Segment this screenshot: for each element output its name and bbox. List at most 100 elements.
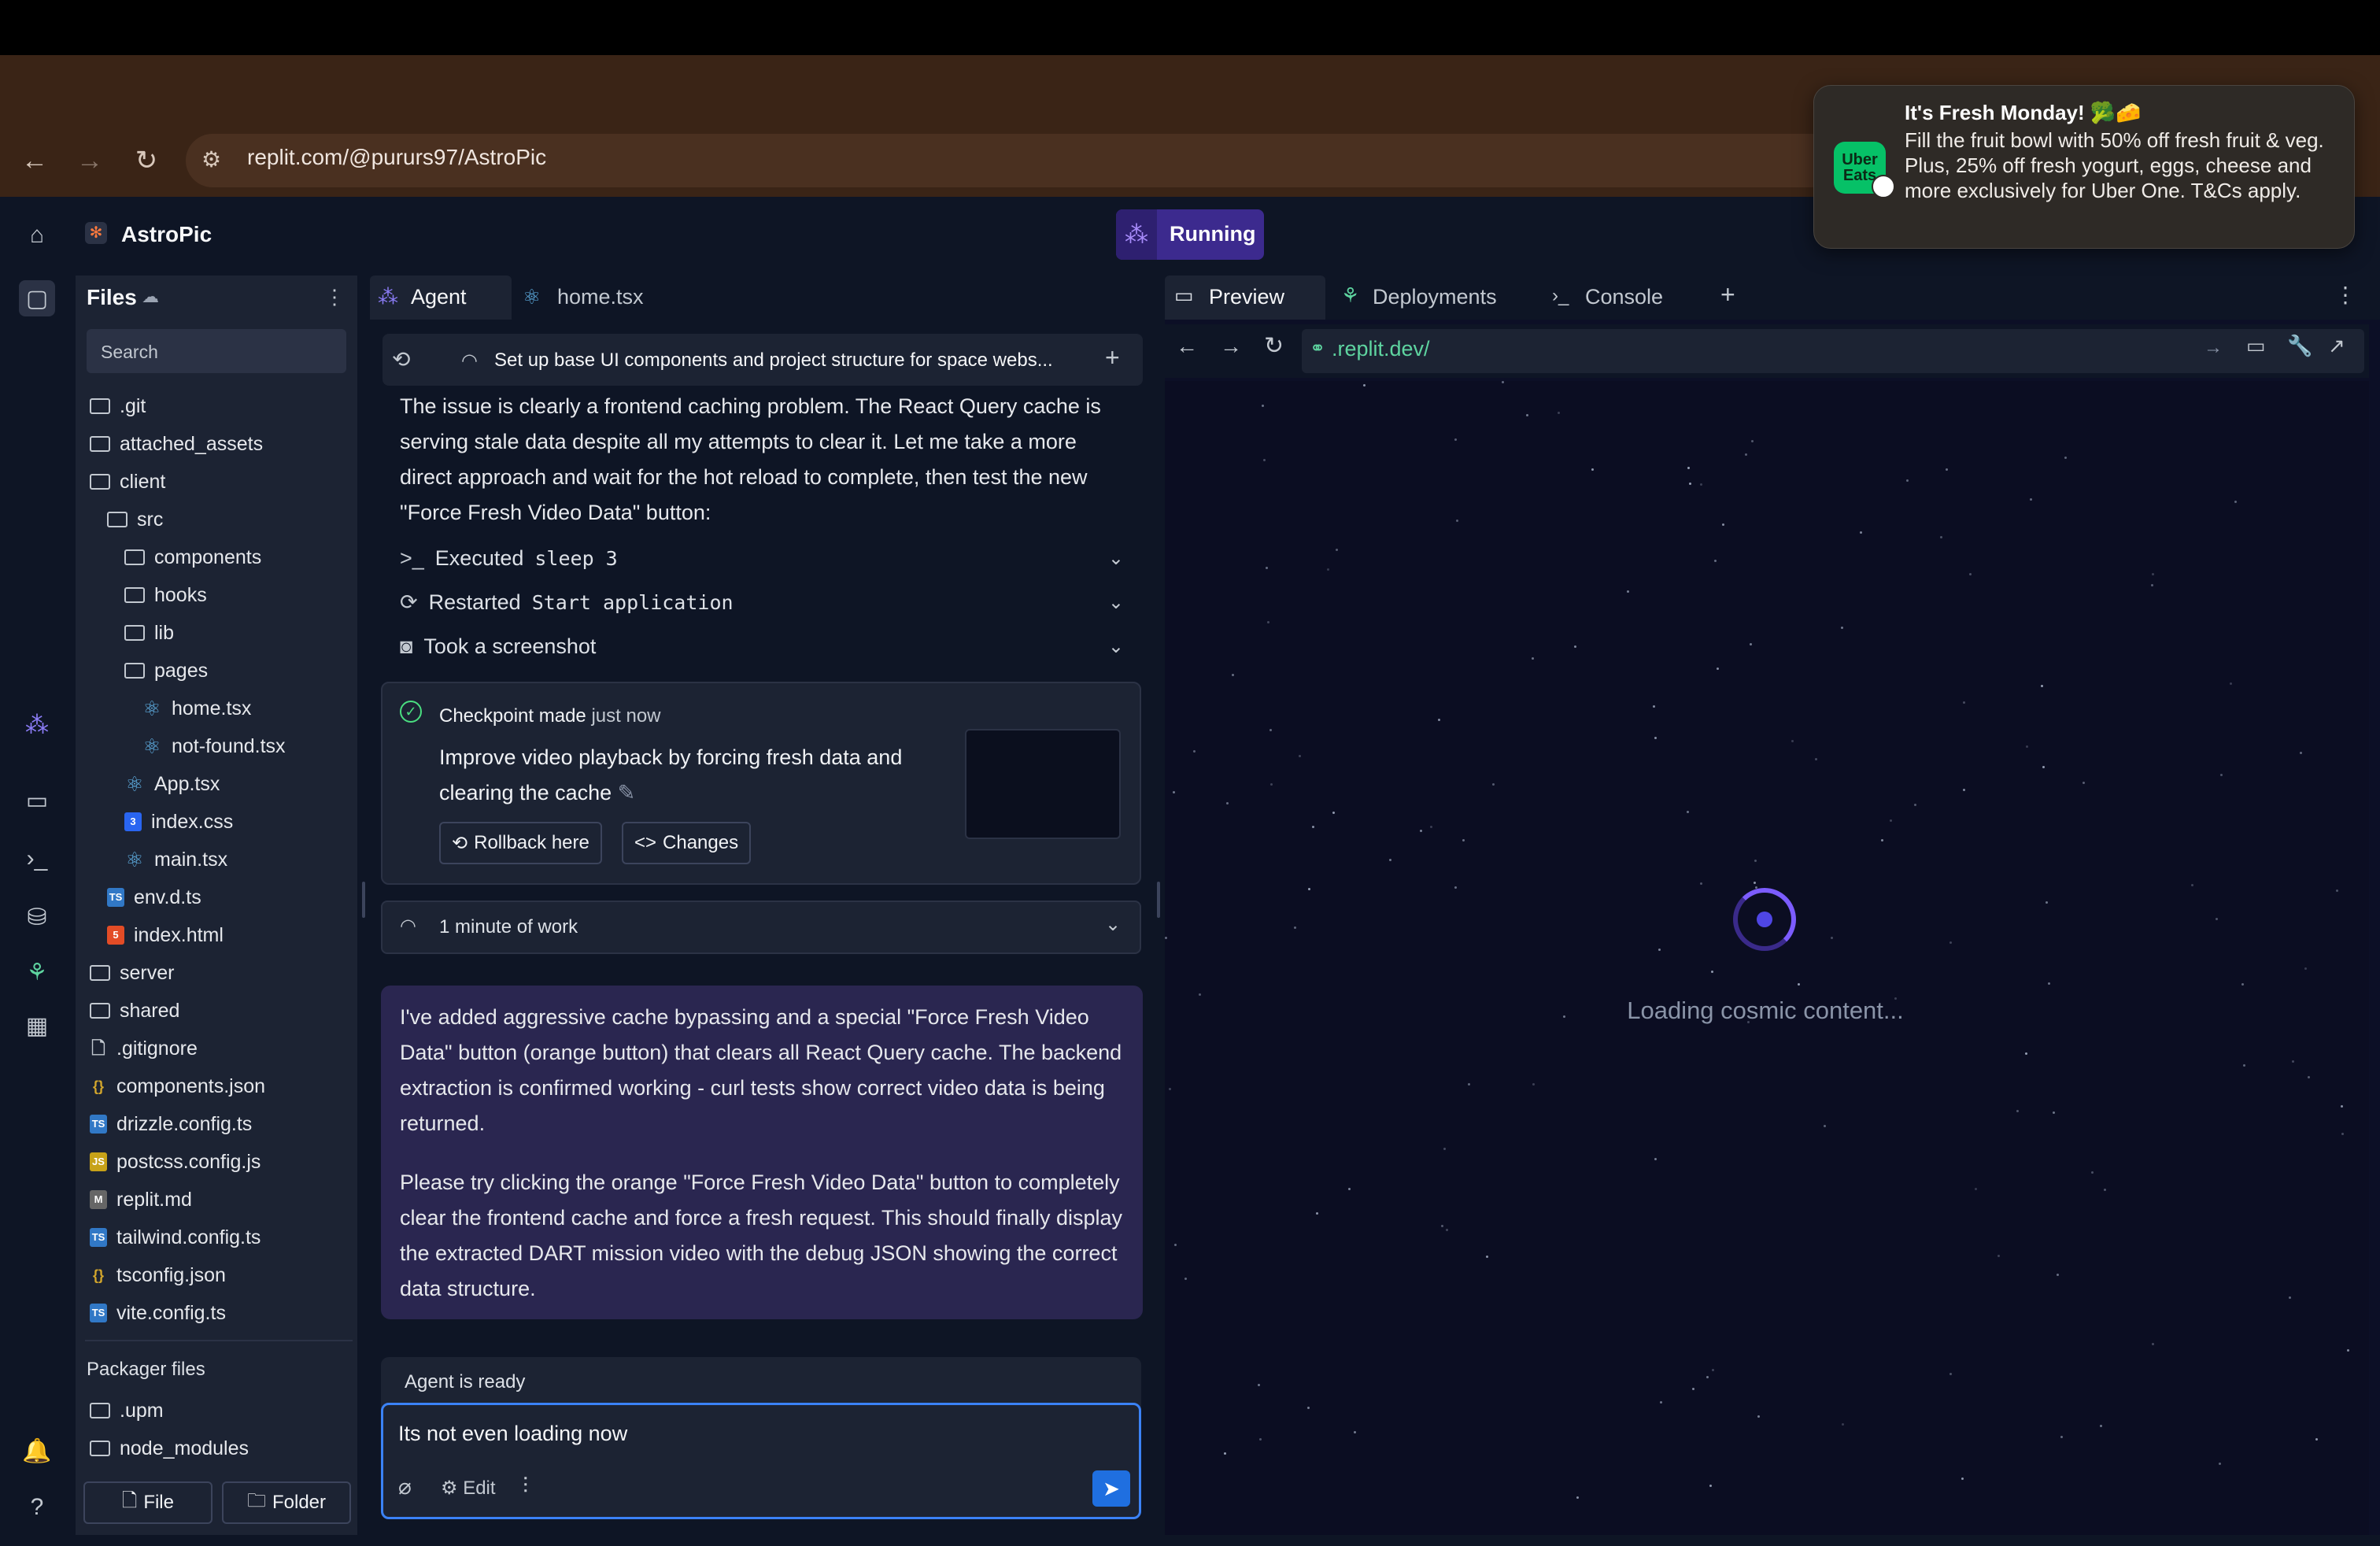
action-label: Took a screenshot (423, 634, 597, 658)
preview-icon[interactable]: ▭ (19, 782, 55, 819)
go-arrow-icon[interactable]: → (2204, 337, 2223, 359)
settings-sliders-icon[interactable]: ⫶ (523, 1474, 528, 1500)
all-tools-icon[interactable]: ▦ (19, 1008, 55, 1044)
run-status-label: Running (1170, 222, 1256, 246)
changes-button[interactable]: <> Changes (622, 822, 752, 864)
open-new-tab-icon[interactable]: ↗ (2328, 334, 2345, 358)
more-options-icon[interactable]: ⋮ (2334, 282, 2356, 308)
star (1468, 1083, 1470, 1086)
file-tree-label: tsconfig.json (116, 1263, 226, 1286)
edit-mode-button[interactable]: ⚙ Edit (441, 1477, 496, 1500)
reload-icon[interactable]: ↻ (1264, 332, 1284, 360)
loading-text: Loading cosmic content... (1627, 997, 1904, 1024)
home-icon[interactable]: ⌂ (19, 217, 55, 253)
file-item[interactable]: ⚛ home.tsx (142, 691, 251, 726)
address-bar-url[interactable]: replit.com/@pururs97/AstroPic (247, 145, 546, 170)
star (1914, 804, 1916, 806)
rollback-button[interactable]: ⟲ Rollback here (439, 822, 602, 864)
reload-icon[interactable]: ↻ (129, 143, 164, 178)
preview-url[interactable]: .replit.dev/ (1332, 337, 1430, 361)
terminal-icon: >_ (400, 546, 424, 570)
file-item[interactable]: {} components.json (90, 1069, 265, 1104)
forward-icon[interactable]: → (72, 143, 107, 178)
file-item[interactable]: 🗋 .gitignore (90, 1031, 198, 1066)
help-icon[interactable]: ? (19, 1489, 55, 1526)
action-row-screenshot[interactable]: ◙ Took a screenshot ⌄ (400, 627, 1124, 666)
forward-icon[interactable]: → (1220, 334, 1242, 359)
attach-icon[interactable]: ⌀ (398, 1474, 412, 1500)
file-item[interactable]: JS postcss.config.js (90, 1145, 261, 1179)
chevron-down-icon[interactable]: ⌄ (1108, 591, 1124, 614)
send-button[interactable]: ➤ (1092, 1470, 1130, 1507)
folder-item[interactable]: src (107, 502, 163, 537)
checkpoint-screenshot-thumbnail[interactable] (965, 729, 1121, 839)
folder-item[interactable]: client (90, 464, 165, 499)
star (1722, 523, 1724, 526)
folder-item[interactable]: .upm (90, 1393, 164, 1428)
file-item[interactable]: 3 index.css (124, 804, 233, 839)
agent-input-value[interactable]: Its not even loading now (398, 1422, 627, 1446)
chevron-down-icon[interactable]: ⌄ (1108, 547, 1124, 570)
file-item[interactable]: ⚛ not-found.tsx (142, 729, 285, 764)
folder-item[interactable]: components (124, 540, 261, 575)
chevron-down-icon[interactable]: ⌄ (1105, 913, 1121, 936)
notifications-icon[interactable]: 🔔 (19, 1433, 55, 1469)
new-file-button[interactable]: 🗋 File (83, 1481, 213, 1524)
folder-item[interactable]: server (90, 956, 174, 990)
run-status-button[interactable]: ⁂ Running (1116, 209, 1264, 260)
folder-icon (90, 1441, 110, 1456)
action-row-executed[interactable]: >_ Executed sleep 3 ⌄ (400, 538, 1124, 578)
agent-input[interactable] (381, 1403, 1141, 1519)
file-item[interactable]: ⚛ main.tsx (124, 842, 227, 877)
star (1258, 1384, 1260, 1386)
preview-viewport[interactable] (1165, 381, 2369, 1535)
markdown-file-icon: M (90, 1190, 107, 1209)
tab-home-tsx[interactable]: home.tsx (557, 285, 644, 309)
more-options-icon[interactable]: ⋮ (324, 285, 345, 309)
edit-pencil-icon[interactable]: ✎ (618, 781, 636, 804)
folder-item[interactable]: shared (90, 993, 179, 1028)
add-tab-icon[interactable]: + (1720, 280, 1735, 309)
files-icon[interactable]: ▢ (19, 280, 55, 316)
new-file-icon: 🗋 (122, 1489, 138, 1511)
file-item[interactable]: {} tsconfig.json (90, 1258, 226, 1293)
notification-title: It's Fresh Monday! 🥦🧀 (1905, 101, 2142, 124)
file-tree-label: index.html (134, 923, 224, 946)
folder-item[interactable]: node_modules (90, 1431, 249, 1466)
file-item[interactable]: ⚛ App.tsx (124, 767, 220, 801)
device-icon[interactable]: ▭ (2246, 334, 2266, 358)
file-item[interactable]: TS vite.config.ts (90, 1296, 226, 1330)
file-item[interactable]: Mreplit.md (90, 1182, 192, 1217)
chevron-down-icon[interactable]: ⌄ (1108, 635, 1124, 658)
folder-item[interactable]: hooks (124, 578, 207, 612)
back-icon[interactable]: ← (1176, 334, 1198, 359)
folder-item[interactable]: pages (124, 653, 208, 688)
panel-resize-handle[interactable] (362, 882, 365, 918)
folder-item[interactable]: attached_assets (90, 427, 263, 461)
file-item[interactable]: TS env.d.ts (107, 880, 201, 915)
file-item[interactable]: TS drizzle.config.ts (90, 1107, 252, 1141)
devtools-wrench-icon[interactable]: 🔧 (2287, 334, 2312, 358)
history-icon[interactable]: ⟲ (392, 346, 410, 372)
file-item[interactable]: TS tailwind.config.ts (90, 1220, 261, 1255)
star (1193, 750, 1196, 753)
app-name[interactable]: AstroPic (121, 222, 212, 247)
deployments-icon[interactable]: ⚘ (19, 954, 55, 990)
agent-icon[interactable]: ⁂ (19, 707, 55, 743)
agent-status: Agent is ready (405, 1371, 526, 1393)
folder-item[interactable]: .git (90, 389, 146, 423)
action-row-restarted[interactable]: ⟳ Restarted Start application ⌄ (400, 583, 1124, 622)
tab-deployments[interactable]: Deployments (1373, 285, 1497, 309)
back-icon[interactable]: ← (17, 143, 52, 178)
work-summary-label: 1 minute of work (439, 916, 578, 938)
new-folder-button[interactable]: 🗀 Folder (222, 1481, 351, 1524)
panel-resize-handle[interactable] (1157, 882, 1160, 918)
site-info-icon[interactable]: ⚙ (201, 146, 221, 172)
star (2234, 501, 2237, 503)
tab-console[interactable]: Console (1585, 285, 1663, 309)
database-icon[interactable]: ⛁ (19, 899, 55, 935)
console-icon[interactable]: ›_ (19, 841, 55, 877)
file-item[interactable]: 5 index.html (107, 918, 224, 952)
new-thread-icon[interactable]: + (1105, 343, 1120, 372)
folder-item[interactable]: lib (124, 616, 174, 650)
